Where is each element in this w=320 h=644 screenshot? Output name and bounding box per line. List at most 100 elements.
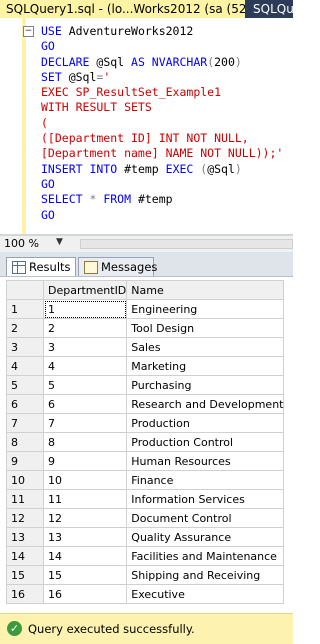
code-line[interactable]: GO xyxy=(41,39,283,54)
row-number[interactable]: 13 xyxy=(6,527,44,547)
code-line[interactable]: ( xyxy=(41,116,283,131)
cell-name[interactable]: Marketing xyxy=(126,356,285,376)
row-header-corner[interactable] xyxy=(6,280,44,300)
table-row[interactable]: 13 13 Quality Assurance xyxy=(6,527,285,547)
cell-name[interactable]: Information Services xyxy=(126,489,285,509)
cell-departmentid[interactable]: 15 xyxy=(42,565,128,585)
cell-departmentid[interactable]: 12 xyxy=(42,508,128,528)
code-token: ' xyxy=(103,69,111,84)
cell-name[interactable]: Purchasing xyxy=(126,375,285,395)
row-number[interactable]: 16 xyxy=(6,584,44,604)
status-text: Query executed successfully. xyxy=(28,622,195,636)
code-line[interactable]: USE AdventureWorks2012 xyxy=(41,24,283,39)
query-editor[interactable]: − USE AdventureWorks2012 GO DECLARE @Sql A… xyxy=(0,18,293,235)
cell-departmentid[interactable]: 6 xyxy=(42,394,128,414)
cell-departmentid[interactable]: 1 xyxy=(42,299,128,319)
cell-name[interactable]: Finance xyxy=(126,470,285,490)
row-number[interactable]: 4 xyxy=(6,356,44,376)
cell-departmentid[interactable]: 4 xyxy=(42,356,128,376)
tab-sqlquery-other[interactable]: SQLQu xyxy=(253,0,313,18)
table-row[interactable]: 3 3 Sales xyxy=(6,337,285,357)
tab-messages[interactable]: Messages xyxy=(78,257,157,276)
row-number[interactable]: 8 xyxy=(6,432,44,452)
code-line[interactable]: INSERT INTO #temp EXEC (@Sql) xyxy=(41,162,283,177)
row-number[interactable]: 11 xyxy=(6,489,44,509)
row-number[interactable]: 15 xyxy=(6,565,44,585)
cell-departmentid[interactable]: 14 xyxy=(42,546,128,566)
table-row[interactable]: 2 2 Tool Design xyxy=(6,318,285,338)
code-line[interactable]: DECLARE @Sql AS NVARCHAR(200) xyxy=(41,55,283,70)
cell-departmentid[interactable]: 16 xyxy=(42,584,128,604)
row-number[interactable]: 14 xyxy=(6,546,44,566)
cell-name[interactable]: Human Resources xyxy=(126,451,285,471)
grid-icon xyxy=(12,261,26,274)
collapse-region-icon[interactable]: − xyxy=(23,26,34,37)
row-number[interactable]: 5 xyxy=(6,375,44,395)
cell-departmentid[interactable]: 13 xyxy=(42,527,128,547)
row-number[interactable]: 6 xyxy=(6,394,44,414)
row-number[interactable]: 3 xyxy=(6,337,44,357)
row-number[interactable]: 1 xyxy=(6,299,44,319)
sql-code[interactable]: USE AdventureWorks2012 GO DECLARE @Sql AS … xyxy=(41,24,283,223)
table-row[interactable]: 8 8 Production Control xyxy=(6,432,285,452)
cell-name[interactable]: Shipping and Receiving xyxy=(126,565,285,585)
row-number[interactable]: 12 xyxy=(6,508,44,528)
cell-departmentid[interactable]: 7 xyxy=(42,413,128,433)
code-token: GO xyxy=(41,176,55,191)
code-line[interactable]: GO xyxy=(41,177,283,192)
table-row[interactable]: 15 15 Shipping and Receiving xyxy=(6,565,285,585)
column-header-name[interactable]: Name xyxy=(126,280,285,300)
horizontal-scrollbar[interactable] xyxy=(80,239,293,249)
cell-name[interactable]: Production xyxy=(126,413,285,433)
cell-name[interactable]: Research and Development xyxy=(126,394,285,414)
code-line[interactable]: WITH RESULT SETS xyxy=(41,100,283,115)
table-row[interactable]: 12 12 Document Control xyxy=(6,508,285,528)
row-number[interactable]: 9 xyxy=(6,451,44,471)
cell-departmentid[interactable]: 3 xyxy=(42,337,128,357)
row-number[interactable]: 2 xyxy=(6,318,44,338)
editor-gutter xyxy=(0,18,22,234)
cell-departmentid[interactable]: 11 xyxy=(42,489,128,509)
table-row[interactable]: 6 6 Research and Development xyxy=(6,394,285,414)
table-row[interactable]: 10 10 Finance xyxy=(6,470,285,490)
message-icon xyxy=(84,261,98,274)
cell-departmentid[interactable]: 8 xyxy=(42,432,128,452)
table-row[interactable]: 4 4 Marketing xyxy=(6,356,285,376)
column-header-departmentid[interactable]: DepartmentID xyxy=(42,280,128,300)
cell-name[interactable]: Tool Design xyxy=(126,318,285,338)
code-line[interactable]: EXEC SP_ResultSet_Example1 xyxy=(41,85,283,100)
table-row[interactable]: 7 7 Production xyxy=(6,413,285,433)
cell-name[interactable]: Sales xyxy=(126,337,285,357)
code-token: FROM xyxy=(103,192,138,207)
cell-name[interactable]: Executive xyxy=(126,584,285,604)
cell-name[interactable]: Production Control xyxy=(126,432,285,452)
tab-results[interactable]: Results xyxy=(6,257,76,276)
code-line[interactable]: [Department name] NAME NOT NULL));' xyxy=(41,146,283,161)
code-token: NVARCHAR xyxy=(151,54,208,69)
cell-departmentid[interactable]: 10 xyxy=(42,470,128,490)
cell-departmentid[interactable]: 9 xyxy=(42,451,128,471)
table-row[interactable]: 9 9 Human Resources xyxy=(6,451,285,471)
zoom-level[interactable]: 100 % xyxy=(4,237,39,250)
code-token: INSERT INTO xyxy=(41,161,125,176)
code-line[interactable]: SET @Sql=' xyxy=(41,70,283,85)
cell-name[interactable]: Quality Assurance xyxy=(126,527,285,547)
zoom-dropdown-icon[interactable]: ▼ xyxy=(56,237,63,247)
cell-departmentid[interactable]: 2 xyxy=(42,318,128,338)
cell-name[interactable]: Document Control xyxy=(126,508,285,528)
code-token: USE xyxy=(41,24,69,38)
cell-departmentid[interactable]: 5 xyxy=(42,375,128,395)
table-row[interactable]: 1 1 Engineering xyxy=(6,299,285,319)
cell-name[interactable]: Facilities and Maintenance xyxy=(126,546,285,566)
table-row[interactable]: 16 16 Executive xyxy=(6,584,285,604)
row-number[interactable]: 10 xyxy=(6,470,44,490)
cell-name[interactable]: Engineering xyxy=(126,299,285,319)
table-row[interactable]: 5 5 Purchasing xyxy=(6,375,285,395)
code-line[interactable]: SELECT * FROM #temp xyxy=(41,192,283,207)
code-line[interactable]: GO xyxy=(41,208,283,223)
table-row[interactable]: 14 14 Facilities and Maintenance xyxy=(6,546,285,566)
tab-sqlquery1[interactable]: SQLQuery1.sql - (lo...Works2012 (sa (52)… xyxy=(0,0,245,18)
code-line[interactable]: ([Department ID] INT NOT NULL, xyxy=(41,131,283,146)
row-number[interactable]: 7 xyxy=(6,413,44,433)
table-row[interactable]: 11 11 Information Services xyxy=(6,489,285,509)
